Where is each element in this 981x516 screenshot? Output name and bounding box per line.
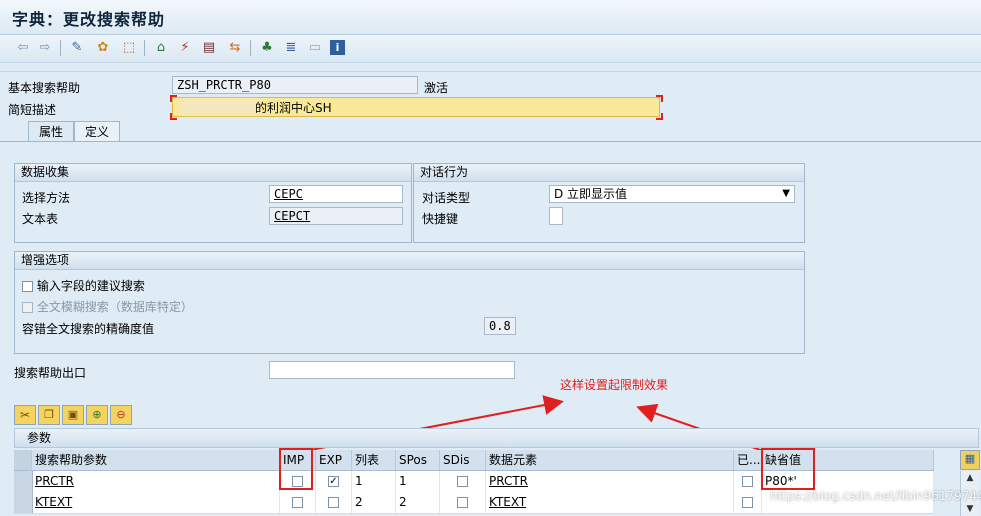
spos-cell[interactable]: 1 [396,471,440,492]
exp-checkbox[interactable] [328,497,339,508]
copy-icon[interactable]: ❐ [38,405,60,425]
param-cell[interactable]: KTEXT [32,492,280,513]
element-cell[interactable]: KTEXT [486,492,734,513]
select-all-cell[interactable] [14,450,32,470]
modified-cell[interactable] [734,471,762,492]
row-selector[interactable] [14,471,33,492]
list-cell[interactable]: 2 [352,492,396,513]
col-sdis[interactable]: SDis [440,450,486,470]
sdis-checkbox[interactable] [457,476,468,487]
col-list[interactable]: 列表 [352,450,396,470]
scroll-down-icon[interactable]: ▼ [961,502,979,516]
element-cell[interactable]: PRCTR [486,471,734,492]
table-toolbar: ✂ ❐ ▣ ⊕ ⊖ [14,405,132,425]
param-cell[interactable]: PRCTR [32,471,280,492]
sdis-cell[interactable] [440,471,486,492]
list-cell[interactable]: 1 [352,471,396,492]
watermark-text: https://blog.csdn.net/libin961797440 [770,489,981,503]
modified-cell[interactable] [734,492,762,513]
highlight-default-box [761,448,815,490]
imp-checkbox[interactable] [292,497,303,508]
exp-cell[interactable] [316,492,352,513]
insert-row-icon[interactable]: ⊕ [86,405,108,425]
col-element[interactable]: 数据元素 [486,450,734,470]
params-title: 参数 [14,428,979,448]
imp-cell[interactable] [280,492,316,513]
col-param[interactable]: 搜索帮助参数 [32,450,280,470]
row-selector[interactable] [14,492,33,513]
highlight-imp-box [279,448,313,490]
sdis-cell[interactable] [440,492,486,513]
exp-checkbox[interactable]: ✓ [328,476,339,487]
sdis-checkbox[interactable] [457,497,468,508]
delete-row-icon[interactable]: ⊖ [110,405,132,425]
paste-icon[interactable]: ▣ [62,405,84,425]
modified-checkbox[interactable] [742,476,753,487]
exp-cell[interactable]: ✓ [316,471,352,492]
col-modified[interactable]: 已... [734,450,762,470]
col-exp[interactable]: EXP [316,450,352,470]
spos-cell[interactable]: 2 [396,492,440,513]
cut-icon[interactable]: ✂ [14,405,36,425]
table-settings-icon[interactable]: ▦ [960,450,980,470]
col-spos[interactable]: SPos [396,450,440,470]
modified-checkbox[interactable] [742,497,753,508]
scroll-up-icon[interactable]: ▲ [961,471,979,485]
